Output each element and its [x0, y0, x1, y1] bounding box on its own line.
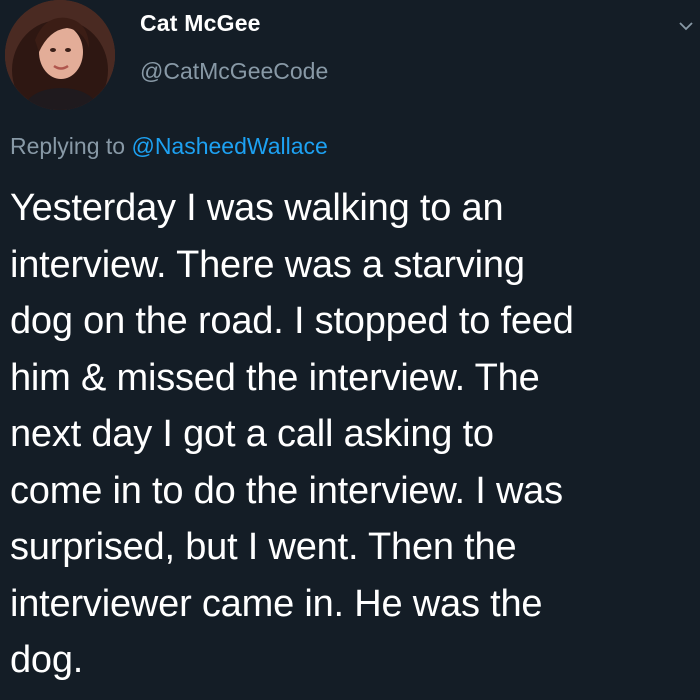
- user-handle[interactable]: @CatMcGeeCode: [140, 58, 328, 85]
- reply-mention-link[interactable]: @NasheedWallace: [131, 133, 327, 159]
- tweet-card: Cat McGee @CatMcGeeCode Replying to @Nas…: [0, 0, 700, 700]
- avatar[interactable]: [5, 0, 115, 110]
- display-name[interactable]: Cat McGee: [140, 10, 261, 37]
- chevron-down-icon[interactable]: [678, 18, 694, 34]
- tweet-text: Yesterday I was walking to an interview.…: [10, 187, 574, 681]
- replying-to-line: Replying to @NasheedWallace: [10, 133, 328, 160]
- replying-to-label: Replying to: [10, 133, 132, 159]
- profile-photo-icon: [5, 0, 115, 110]
